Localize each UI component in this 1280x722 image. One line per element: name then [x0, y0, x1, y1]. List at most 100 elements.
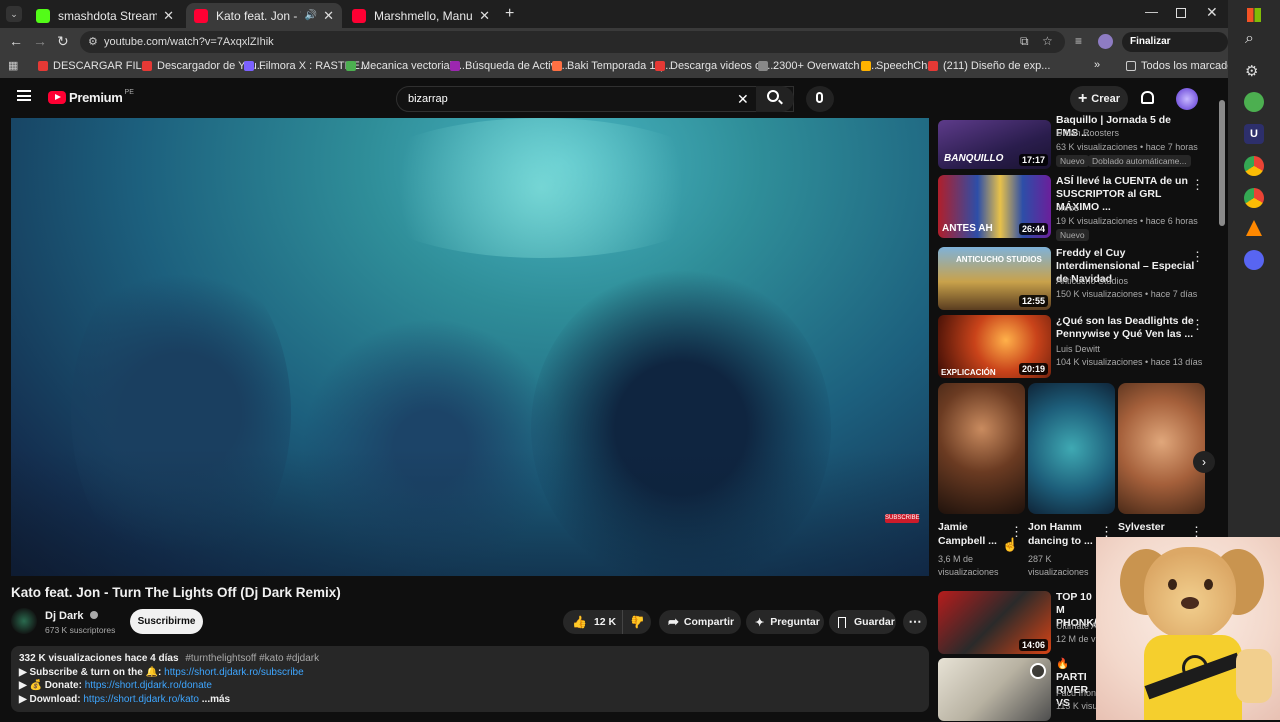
save-button[interactable]: Guardar — [829, 610, 896, 634]
account-avatar[interactable] — [1176, 88, 1198, 110]
short-title[interactable]: Jon Hamm dancing to ... — [1028, 520, 1093, 548]
bookmark-item[interactable]: SpeechChat — [861, 60, 937, 72]
media-control-icon[interactable]: ≡ — [1075, 34, 1082, 48]
video-channel[interactable]: Urban Roosters — [1056, 128, 1119, 138]
video-thumbnail[interactable]: EXPLICACIÓN 20:19 — [938, 315, 1051, 378]
more-vert-icon[interactable]: ⋮ — [1191, 177, 1204, 193]
extension-u-icon[interactable]: U — [1244, 124, 1264, 144]
search-button[interactable] — [756, 86, 794, 112]
bookmark-item[interactable]: DESCARGAR FIL... — [38, 60, 151, 72]
chrome-alt-icon[interactable] — [1244, 188, 1264, 208]
forward-icon[interactable]: → — [33, 33, 47, 49]
minimize-window-icon[interactable]: — — [1145, 4, 1158, 19]
short-title[interactable]: Sylvester — [1118, 520, 1165, 534]
more-bookmarks-icon[interactable]: » — [1094, 59, 1100, 71]
recommended-video[interactable]: ANTES AH 26:44 ASÍ llevé la CUENTA de un… — [938, 175, 1208, 241]
recommended-video[interactable]: BANQUILLO 17:17 Baquillo | Jornada 5 de … — [938, 112, 1208, 176]
show-more-link[interactable]: ...más — [202, 694, 230, 705]
more-horiz-icon: ⋯ — [908, 614, 922, 629]
create-button[interactable]: + Crear — [1070, 86, 1128, 112]
search-input[interactable]: bizarrap ✕ — [396, 86, 794, 112]
video-thumbnail[interactable]: ANTICUCHO STUDIOS 12:55 — [938, 247, 1051, 310]
microphone-icon — [816, 92, 823, 103]
video-title[interactable]: ¿Qué son las Deadlights de Pennywise y Q… — [1056, 315, 1196, 341]
profile-avatar[interactable] — [1098, 34, 1113, 49]
recommended-video[interactable]: ANTICUCHO STUDIOS 12:55 Freddy el Cuy In… — [938, 247, 1208, 311]
apps-grid-icon[interactable]: ▦ — [8, 59, 18, 72]
video-channel[interactable]: Ultimate A — [1056, 621, 1097, 631]
bookmark-item[interactable]: Mecanica vectorial-... — [346, 60, 465, 72]
restore-window-icon[interactable] — [1176, 8, 1186, 18]
address-bar[interactable]: ⚙ youtube.com/watch?v=7AxqxlZIhik ⧉ ☆ — [80, 31, 1065, 53]
description-link[interactable]: https://short.djdark.ro/kato — [83, 694, 199, 705]
install-app-icon[interactable]: ⧉ — [1020, 34, 1029, 49]
more-vert-icon[interactable]: ⋮ — [1191, 249, 1204, 265]
shorts-next-button[interactable]: › — [1193, 451, 1215, 473]
short-thumbnail[interactable] — [1028, 383, 1115, 514]
video-channel[interactable]: Luis Dewitt — [1056, 344, 1100, 354]
back-icon[interactable]: ← — [9, 33, 23, 49]
video-thumbnail[interactable]: ANTES AH 26:44 — [938, 175, 1051, 238]
bookmark-item[interactable]: (211) Diseño de exp... — [928, 60, 1050, 72]
description-link[interactable]: https://short.djdark.ro/donate — [85, 680, 212, 691]
gear-icon[interactable]: ⚙ — [1245, 62, 1258, 80]
discord-icon[interactable] — [1244, 250, 1264, 270]
short-thumbnail[interactable] — [938, 383, 1025, 514]
channel-name[interactable]: Dj Dark — [45, 610, 98, 622]
bookmark-item[interactable]: Búsqueda de Activi... — [450, 60, 568, 72]
clear-search-icon[interactable]: ✕ — [737, 91, 749, 108]
close-tab-icon[interactable]: ✕ — [479, 8, 490, 24]
youtube-favicon-icon — [352, 8, 366, 23]
site-info-icon[interactable]: ⚙ — [88, 35, 98, 48]
thumbnail-caption: ANTICUCHO STUDIOS — [956, 255, 1042, 264]
bookmark-favicon-icon — [142, 61, 152, 71]
video-player[interactable]: SUBSCRIBE — [11, 118, 929, 576]
video-description[interactable]: 332 K visualizaciones hace 4 días #turnt… — [11, 646, 929, 712]
update-button[interactable]: Finalizar actualización ⋮ — [1122, 32, 1228, 67]
more-vert-icon[interactable]: ⋮ — [1191, 317, 1204, 333]
browser-tab-youtube-active[interactable]: Kato feat. Jon - Turn The Li 🔊 ✕ — [186, 3, 342, 28]
browser-tab-kick[interactable]: smashdota Stream - Watch Live ✕ — [28, 3, 182, 28]
bookmark-star-icon[interactable]: ☆ — [1042, 34, 1053, 48]
bookmark-item[interactable]: 2300+ Overwatch F... — [758, 60, 877, 72]
voice-search-button[interactable] — [806, 86, 834, 112]
description-link[interactable]: https://short.djdark.ro/subscribe — [164, 667, 304, 678]
short-title[interactable]: Jamie Campbell ... — [938, 520, 997, 548]
close-tab-icon[interactable]: ✕ — [323, 8, 334, 24]
audio-playing-icon[interactable]: 🔊 — [305, 10, 317, 21]
hamburger-menu-icon[interactable] — [17, 90, 31, 101]
search-icon[interactable]: ⌕ — [1245, 30, 1254, 48]
close-tab-icon[interactable]: ✕ — [163, 8, 174, 24]
windows-logo-icon[interactable] — [1247, 8, 1261, 22]
video-channel[interactable]: 4nroo — [1056, 203, 1079, 213]
video-thumbnail[interactable]: BANQUILLO 17:17 — [938, 120, 1051, 169]
new-tab-icon[interactable]: + — [505, 5, 514, 23]
recommended-video[interactable]: EXPLICACIÓN 20:19 ¿Qué son las Deadlight… — [938, 315, 1208, 379]
video-channel[interactable]: Anticucho Studios — [1056, 276, 1128, 286]
video-thumbnail[interactable] — [938, 658, 1051, 721]
vlc-icon[interactable] — [1246, 220, 1262, 236]
page-scrollbar[interactable] — [1219, 100, 1225, 226]
share-button[interactable]: ➦ Compartir — [659, 610, 741, 634]
tab-search-icon[interactable]: ⌄ — [6, 6, 22, 22]
bookmark-item[interactable]: Baki Temporada 1 (... — [552, 60, 671, 72]
channel-avatar[interactable] — [11, 608, 37, 634]
dislike-button[interactable]: 👍 — [623, 615, 645, 629]
chrome-icon[interactable] — [1244, 156, 1264, 176]
description-line-label: ▶ Download: — [19, 693, 84, 705]
subscribe-button[interactable]: Suscribirme — [130, 609, 203, 634]
more-actions-button[interactable]: ⋯ — [903, 610, 927, 634]
like-button[interactable]: 👍 12 K — [563, 610, 623, 634]
notifications-bell-icon[interactable] — [1141, 91, 1154, 104]
video-thumbnail[interactable]: 14:06 — [938, 591, 1051, 654]
video-channel[interactable]: Facu Irione — [1056, 688, 1101, 698]
close-window-icon[interactable]: ✕ — [1206, 4, 1218, 21]
browser-tab-marshmello[interactable]: Marshmello, Manuel Turizo - El ✕ — [344, 3, 498, 28]
subscribe-watermark[interactable]: SUBSCRIBE — [885, 514, 920, 523]
short-thumbnail[interactable] — [1118, 383, 1205, 514]
reload-icon[interactable]: ↻ — [57, 33, 69, 50]
ask-button[interactable]: ✦ Preguntar — [746, 610, 824, 634]
extension-green-icon[interactable] — [1244, 92, 1264, 112]
youtube-logo[interactable]: Premium PE — [48, 89, 134, 105]
watch-later-icon[interactable] — [1030, 663, 1046, 679]
